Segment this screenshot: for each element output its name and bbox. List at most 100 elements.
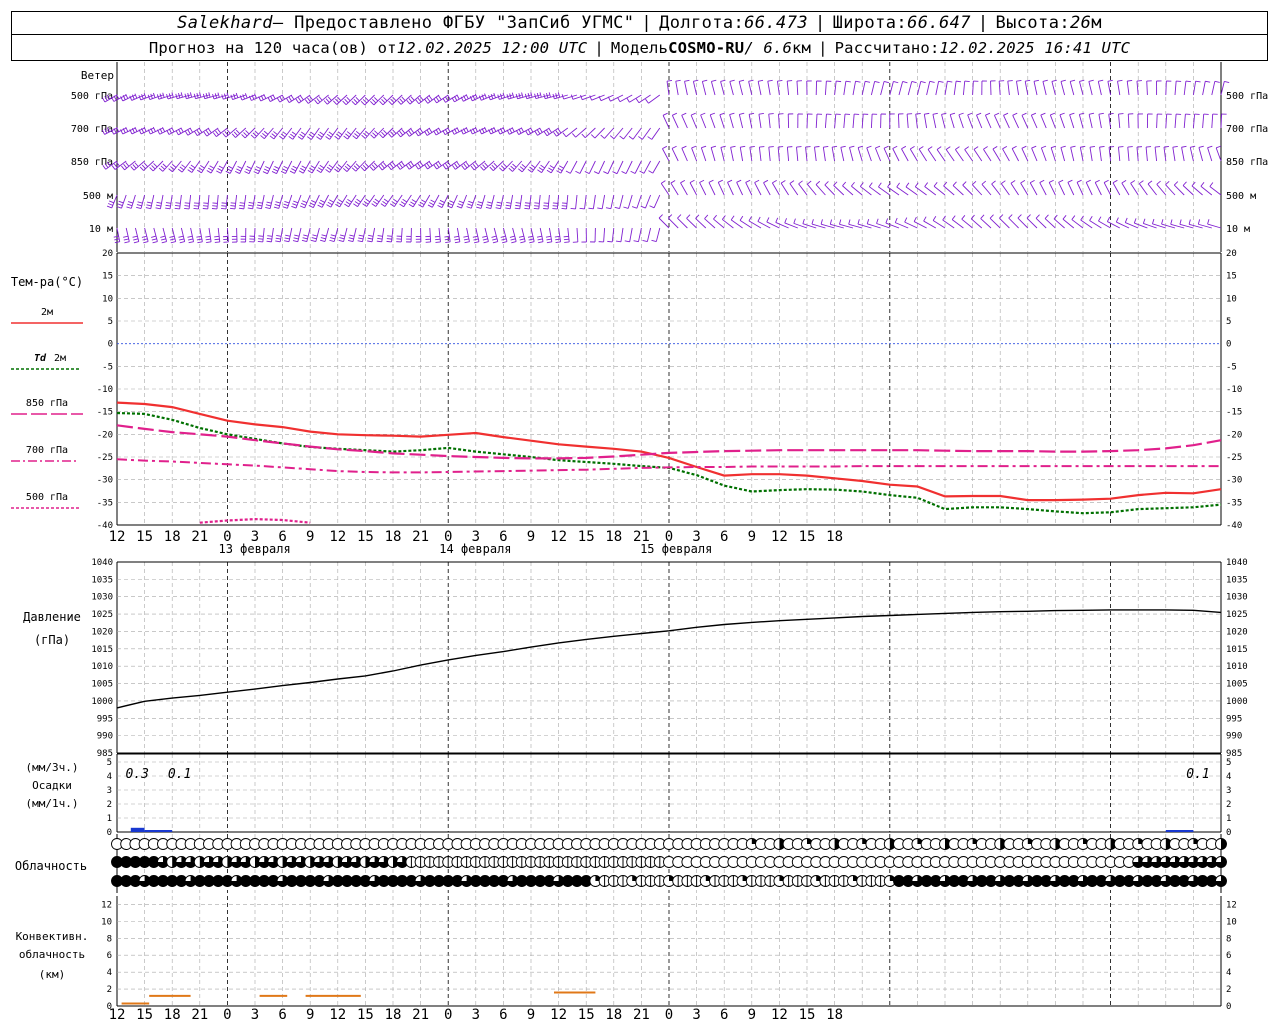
wind-barb-feather	[840, 145, 846, 148]
wind-barb	[700, 114, 707, 129]
wind-barb-feather	[883, 80, 890, 84]
wind-barb-feather	[136, 204, 142, 207]
wind-barb	[1130, 183, 1139, 196]
wind-barb-feather	[956, 80, 962, 83]
wind-barb-feather	[924, 112, 930, 115]
wind-barb	[670, 182, 679, 196]
wind-barb-feather	[690, 112, 696, 116]
y-tick-label: -10	[97, 385, 113, 395]
wind-barb	[951, 219, 964, 229]
wind-barb-feather	[389, 163, 394, 169]
x-tick-label: 6	[499, 1007, 507, 1023]
wind-barb-feather	[511, 127, 515, 132]
y-tick-label-right: 1020	[1226, 627, 1248, 637]
wind-barb-feather	[346, 96, 351, 102]
wind-barb-feather	[301, 239, 307, 243]
wind-barb-feather	[335, 166, 341, 171]
wind-barb-feather	[520, 241, 526, 244]
wind-barb-feather	[729, 79, 735, 82]
wind-barb	[834, 114, 837, 129]
wind-barb-feather	[730, 215, 735, 221]
wind-barb	[690, 114, 698, 129]
wind-barb	[1211, 81, 1216, 96]
wind-barb	[288, 227, 293, 242]
wind-barb-feather	[590, 134, 596, 139]
y-tick-label-right: 4	[1226, 968, 1231, 978]
wind-barb-feather	[271, 171, 277, 175]
wind-barb-feather	[217, 128, 222, 134]
y-tick-label: 15	[102, 272, 113, 282]
wind-barb-feather	[177, 128, 182, 134]
wind-barb-feather	[282, 168, 287, 172]
x-tick-label: 15	[799, 529, 816, 545]
wind-barb-feather	[147, 201, 153, 204]
wind-barb-feather	[603, 171, 609, 175]
wind-barb-feather	[280, 170, 286, 174]
wind-barb	[1040, 114, 1047, 129]
wind-barb-feather	[510, 238, 516, 241]
wind-barb-feather	[538, 167, 544, 171]
wind-barb-feather	[981, 180, 987, 185]
wind-barb-feather	[126, 206, 132, 209]
wind-barb-feather	[1051, 79, 1057, 82]
wind-barb-feather	[932, 112, 938, 115]
wind-barb	[1192, 81, 1197, 96]
wind-barb-feather	[546, 129, 550, 135]
wind-barb	[757, 81, 762, 96]
wind-barb	[866, 147, 872, 162]
wind-barb-feather	[857, 219, 860, 225]
wind-barb-feather	[851, 181, 855, 187]
wind-barb-feather	[382, 200, 387, 205]
wind-barb-feather	[952, 181, 957, 186]
wind-barb-feather	[107, 203, 113, 206]
wind-barb-feather	[370, 134, 375, 139]
wind-barb-feather	[600, 134, 605, 139]
wind-barb	[700, 147, 707, 162]
wind-barb	[709, 114, 716, 129]
wind-barb-feather	[482, 164, 487, 169]
wind-barb-feather	[1130, 180, 1136, 184]
wind-barb-feather	[839, 219, 842, 225]
wind-barb-feather	[927, 146, 933, 150]
y-tick-label-right: -40	[1226, 521, 1242, 531]
wind-barb-feather	[397, 100, 402, 105]
wind-barb	[806, 183, 817, 196]
wind-barb-feather	[358, 234, 364, 237]
wind-barb-feather	[515, 202, 521, 204]
wind-barb	[991, 183, 1001, 196]
wind-barb	[297, 227, 302, 242]
wind-barb-feather	[279, 96, 283, 101]
wind-barb-feather	[197, 169, 202, 174]
x-tick-label: 12	[550, 529, 567, 545]
x-tick-label: 0	[444, 1007, 452, 1023]
wind-barb-feather	[299, 133, 304, 138]
wind-barb-feather	[520, 127, 524, 133]
wind-barb	[594, 127, 605, 139]
y-tick-label-right: 12	[1226, 900, 1237, 910]
wind-barb-feather	[739, 79, 745, 82]
wind-barb-feather	[904, 217, 908, 223]
wind-barb-feather	[1060, 145, 1066, 148]
wind-barb-feather	[1112, 179, 1118, 184]
wind-barb-feather	[506, 201, 512, 204]
wind-barb-feather	[329, 237, 336, 240]
wind-barb	[719, 114, 725, 129]
wind-barb-feather	[983, 146, 988, 150]
wind-barb	[824, 114, 827, 129]
x-tick-label: 3	[251, 1007, 259, 1023]
cloud-label: Облачность	[15, 859, 87, 873]
wind-barb-feather	[253, 171, 259, 175]
wind-barb-feather	[777, 79, 783, 82]
wind-barb-feather	[448, 202, 454, 206]
x-tick-label: 15	[578, 529, 595, 545]
wind-barb	[271, 227, 274, 242]
wind-barb-feather	[198, 128, 203, 133]
wind-barb-feather	[491, 164, 496, 170]
wind-barb	[538, 194, 541, 209]
y-tick-label-right: -25	[1226, 453, 1242, 463]
wind-barb-feather	[524, 93, 528, 99]
wind-barb-feather	[301, 202, 306, 206]
wind-barb-feather	[170, 238, 176, 241]
pressure-line	[116, 609, 1222, 709]
wind-barb	[638, 227, 642, 242]
